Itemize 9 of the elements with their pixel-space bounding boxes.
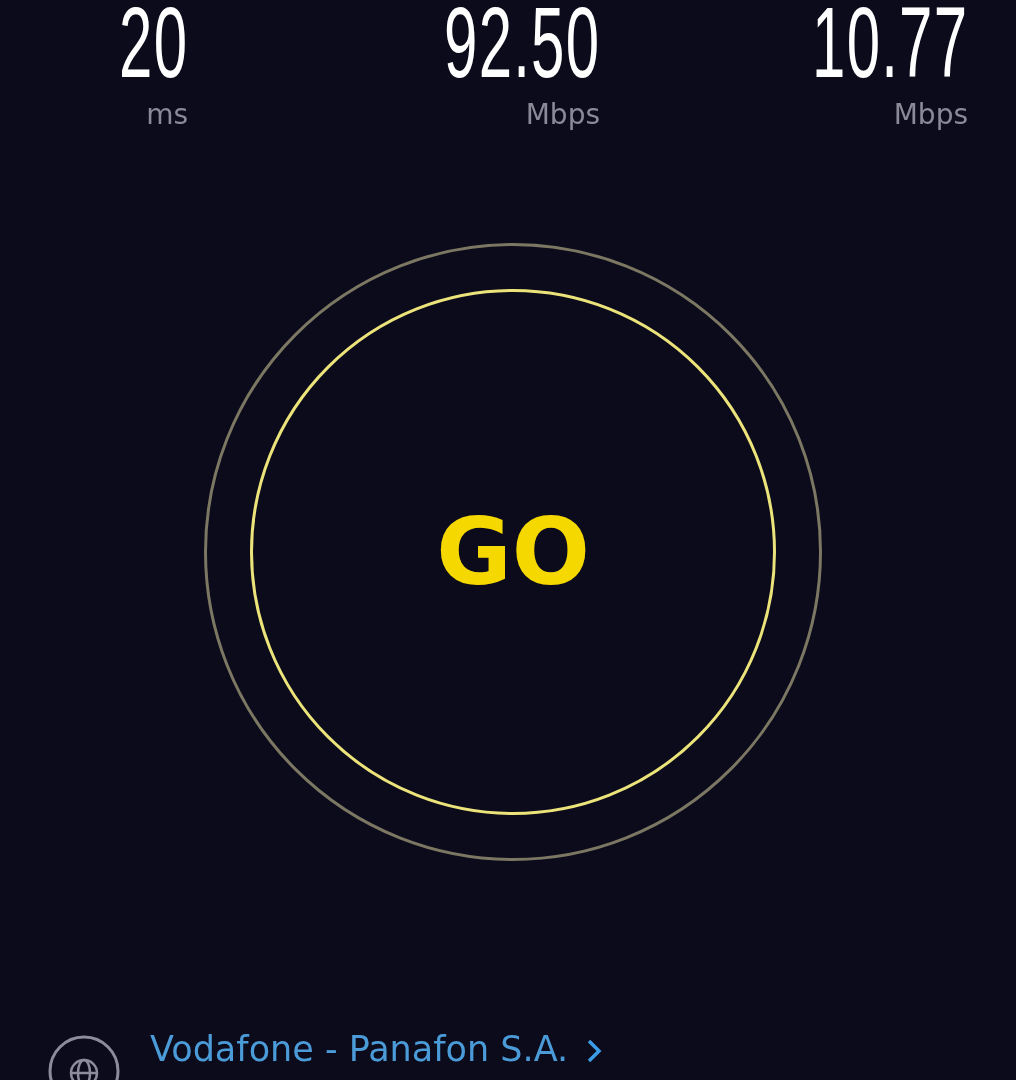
provider-link[interactable]: Vodafone - Panafon S.A. (150, 1029, 569, 1069)
unit-label: Mbps (893, 98, 968, 131)
chevron-icon[interactable] (586, 1039, 603, 1063)
go-button[interactable]: GO (250, 289, 776, 815)
unit-label: Mbps (525, 98, 600, 131)
metric-value: 10.77 (811, 0, 968, 84)
metric-value: 92.50 (443, 0, 600, 84)
unit-label: ms (146, 98, 188, 131)
metric-value: 20 (118, 0, 188, 84)
